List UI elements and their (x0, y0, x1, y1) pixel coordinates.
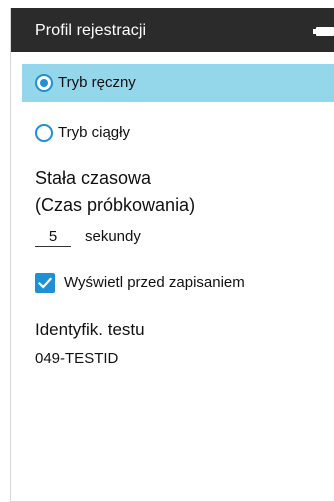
checkmark-icon (37, 277, 53, 289)
preview-checkbox[interactable] (35, 273, 55, 293)
radio-option-continuous[interactable]: Tryb ciągły (22, 114, 334, 152)
radio-option-manual[interactable]: Tryb ręczny (22, 64, 334, 102)
page-title: Profil rejestracji (35, 22, 147, 39)
preview-checkbox-label: Wyświetl przed zapisaniem (64, 274, 245, 291)
radio-button-manual[interactable] (35, 74, 53, 92)
radio-selected-dot (40, 79, 48, 87)
title-bar: Profil rejestracji (11, 8, 334, 52)
sampling-time-subtitle: (Czas próbkowania) (35, 195, 196, 215)
test-id-title: Identyfik. testu (35, 320, 145, 339)
time-constant-input[interactable]: 5 (35, 228, 71, 247)
radio-button-continuous[interactable] (35, 124, 53, 142)
preview-checkbox-row[interactable]: Wyświetl przed zapisaniem (35, 272, 325, 296)
time-constant-title: Stała czasowa (35, 168, 152, 188)
battery-icon (313, 27, 334, 36)
time-unit-label: sekundy (85, 228, 141, 245)
radio-label-continuous: Tryb ciągły (58, 124, 130, 141)
test-id-value[interactable]: 049-TESTID (35, 350, 118, 367)
radio-label-manual: Tryb ręczny (58, 74, 136, 91)
screen: Profil rejestracji Tryb ręczny Tryb ciąg… (10, 8, 334, 502)
battery-tip (313, 29, 316, 34)
